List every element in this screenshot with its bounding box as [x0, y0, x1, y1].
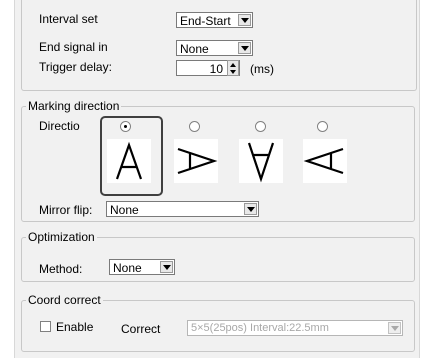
marking-direction-title: Marking direction: [26, 99, 122, 113]
trigger-delay-unit: (ms): [250, 62, 274, 76]
chevron-down-icon[interactable]: [160, 261, 173, 273]
mirror-flip-select[interactable]: None: [106, 201, 259, 217]
end-signal-select[interactable]: None: [176, 40, 253, 56]
interval-set-label: Interval set: [39, 12, 98, 26]
optimization-title: Optimization: [26, 230, 97, 244]
direction-a-left-icon[interactable]: [303, 139, 347, 183]
end-signal-label: End signal in: [39, 40, 108, 54]
direction-radio-1[interactable]: [120, 121, 131, 132]
chevron-down-icon[interactable]: [244, 203, 257, 215]
end-signal-value: None: [180, 42, 209, 56]
enable-checkbox[interactable]: [40, 321, 51, 332]
direction-a-down-icon[interactable]: [239, 139, 283, 183]
interval-set-value: End-Start: [180, 14, 231, 28]
interval-set-select[interactable]: End-Start: [176, 12, 253, 28]
direction-radio-4[interactable]: [317, 121, 328, 132]
spinner-arrows-icon[interactable]: [227, 60, 239, 76]
chevron-down-icon[interactable]: [388, 322, 401, 334]
correct-select[interactable]: 5×5(25pos) Interval:22.5mm: [187, 320, 403, 336]
chevron-down-icon[interactable]: [238, 14, 251, 26]
trigger-delay-value: 10: [209, 62, 223, 76]
correct-label: Correct: [121, 322, 161, 336]
direction-a-upright-icon[interactable]: [107, 139, 151, 183]
correct-value: 5×5(25pos) Interval:22.5mm: [191, 322, 329, 334]
direction-label: Directio: [39, 119, 80, 133]
direction-radio-3[interactable]: [255, 121, 266, 132]
chevron-down-icon[interactable]: [238, 42, 251, 54]
method-label: Method:: [39, 262, 83, 276]
mirror-flip-value: None: [110, 203, 139, 217]
direction-a-right-icon[interactable]: [174, 139, 218, 183]
direction-radio-2[interactable]: [189, 121, 200, 132]
trigger-delay-label: Trigger delay:: [39, 60, 112, 74]
enable-label: Enable: [56, 320, 94, 334]
settings-panel: Interval set End-Start End signal in Non…: [14, 0, 420, 358]
mirror-flip-label: Mirror flip:: [39, 203, 93, 217]
method-select[interactable]: None: [109, 259, 175, 275]
method-value: None: [113, 261, 142, 275]
coord-correct-title: Coord correct: [26, 293, 103, 307]
